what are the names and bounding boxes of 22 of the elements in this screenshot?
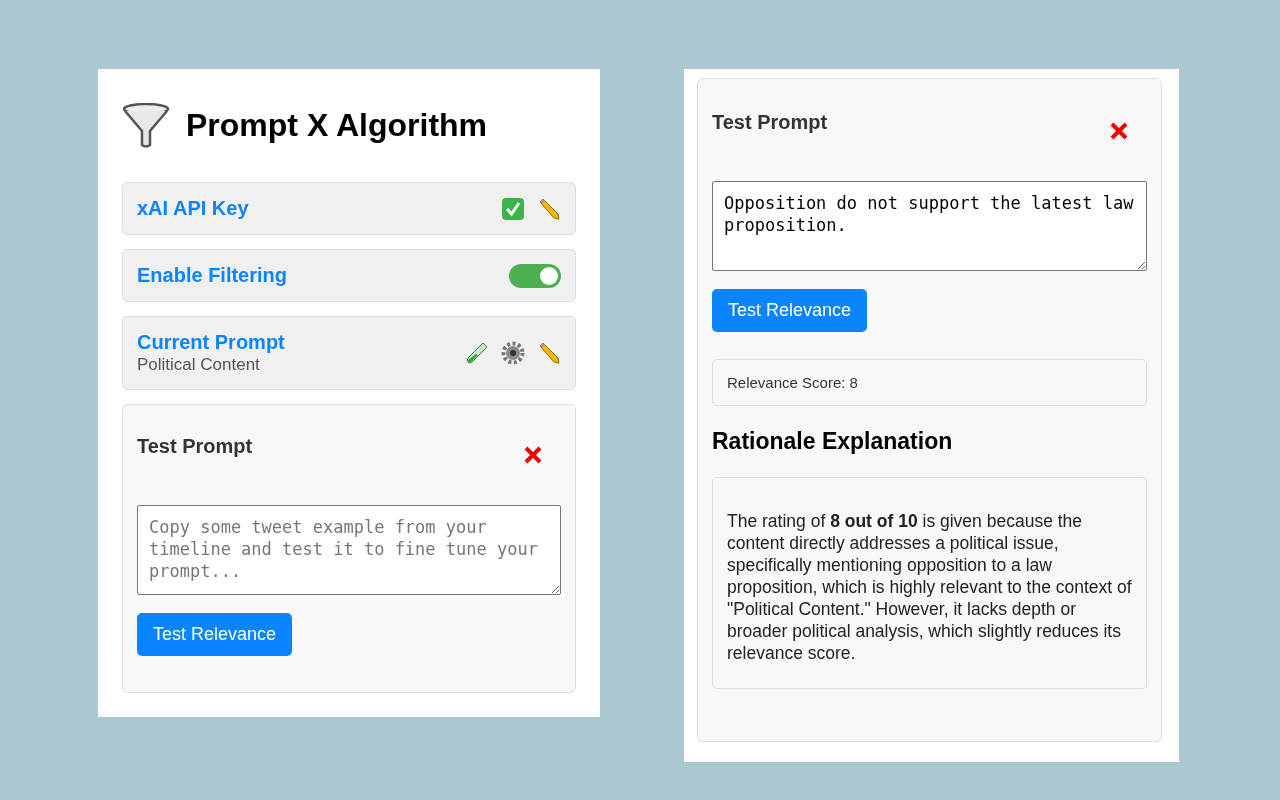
pencil-icon[interactable] [537,196,561,221]
setting-label[interactable]: Enable Filtering [137,264,288,288]
card-title: Test Prompt [712,111,828,134]
test-relevance-button[interactable]: Test Relevance [137,613,293,657]
rationale-heading: Rationale Explanation [712,428,953,455]
tweet-input[interactable]: Opposition do not support the latest law proposition. [712,181,1147,271]
test-tube-icon[interactable] [465,341,489,366]
relevance-score: Relevance Score: 8 [727,374,858,391]
prompt-name: Political Content [137,355,261,376]
gear-icon[interactable] [501,341,525,366]
app-title: Prompt X Algorithm [186,107,488,145]
setting-label[interactable]: Current Prompt [137,331,285,355]
card-title: Test Prompt [137,435,253,459]
pencil-icon[interactable] [537,341,561,366]
close-icon[interactable] [523,445,543,466]
funnel-icon [122,102,170,149]
close-icon[interactable] [1109,121,1129,141]
setting-label[interactable]: xAI API Key [137,197,249,221]
toggle-switch[interactable] [509,263,561,288]
test-relevance-button[interactable]: Test Relevance [712,289,868,332]
rationale-text: The rating of 8 out of 10 is given because the content directly addresses a political issue, specifically mentioning opposition to a law proposition, which is highly relevant to the context of "Political Content." However, it lacks depth or broader political analysis, which slightly reduces its relevance score. [727,510,1132,664]
tweet-input[interactable]: Copy some tweet example from your timeline and test it to fine tune your prompt... [137,505,561,596]
